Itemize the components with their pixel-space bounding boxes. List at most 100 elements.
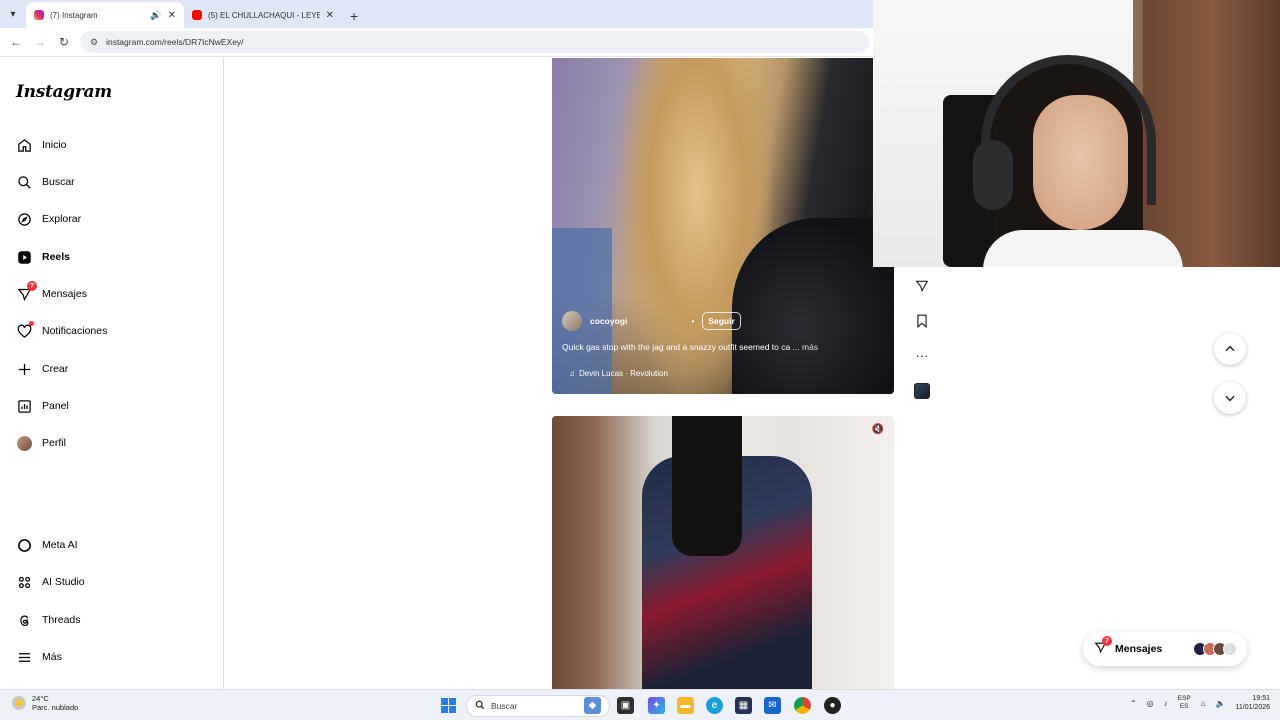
heart-icon: [16, 321, 34, 339]
reel-caption[interactable]: Quick gas stop with the jag and a snazzy…: [562, 342, 818, 352]
sidebar-item-label: Meta AI: [42, 539, 78, 551]
instagram-logo[interactable]: Instagram: [16, 82, 112, 102]
clock-date: 11/01/2026: [1235, 704, 1270, 711]
network-icon[interactable]: ⌂: [1201, 699, 1206, 708]
author-username[interactable]: cocoyogi: [590, 316, 627, 326]
weather-widget[interactable]: 24°C Parc. nublado: [12, 694, 78, 712]
language-indicator[interactable]: ESP ES: [1178, 695, 1191, 711]
sidebar-item-explorar[interactable]: Explorar: [16, 211, 81, 227]
app-icon[interactable]: ●: [824, 697, 841, 714]
file-explorer-icon[interactable]: ▬: [677, 697, 694, 714]
sidebar-item-perfil[interactable]: Perfil: [16, 435, 66, 451]
messenger-icon: 7: [16, 281, 37, 302]
music-note-icon: ♫: [569, 369, 575, 378]
wifi-icon[interactable]: ◎: [1147, 699, 1154, 708]
more-options-icon[interactable]: ···: [910, 338, 934, 373]
clock-time: 19:51: [1252, 695, 1270, 702]
search-highlight-icon[interactable]: ◆: [584, 697, 601, 714]
weather-desc: Parc. nublado: [32, 703, 79, 712]
audio-title: Devin Lucas · Revolution: [579, 369, 668, 378]
more-link[interactable]: más: [802, 342, 818, 352]
system-tray: ⌃ ◎ ♪ ESP ES ⌂ 🔈 19:51 11/01/2026: [1130, 694, 1270, 712]
sidebar-item-notificaciones[interactable]: Notificaciones: [16, 321, 107, 339]
messages-pill[interactable]: 7 Mensajes: [1083, 632, 1247, 666]
weather-icon: [12, 696, 26, 710]
sidebar-item-mensajes[interactable]: 7 Mensajes: [16, 281, 87, 302]
store-icon[interactable]: ▦: [735, 697, 752, 714]
mute-icon[interactable]: 🔇: [872, 424, 884, 435]
sidebar-item-inicio[interactable]: Inicio: [16, 137, 67, 153]
sidebar-item-label: Crear: [42, 363, 69, 375]
clock[interactable]: 19:51 11/01/2026: [1235, 694, 1270, 712]
reel-video-next[interactable]: 🔇: [552, 416, 894, 689]
share-icon[interactable]: [910, 268, 934, 303]
next-reel-button[interactable]: [1214, 382, 1246, 414]
sidebar-item-mas[interactable]: Más: [16, 649, 62, 665]
sidebar-item-meta-ai[interactable]: Meta AI: [16, 537, 78, 553]
sidebar-item-label: Más: [42, 651, 62, 663]
sidebar-item-label: Perfil: [42, 437, 66, 449]
youtube-favicon-icon: [192, 10, 202, 20]
speaker-icon[interactable]: 🔊: [150, 10, 161, 21]
close-tab-icon[interactable]: ✕: [168, 10, 176, 21]
reel-video-current[interactable]: cocoyogi • Seguir Quick gas stop with th…: [552, 58, 894, 394]
follow-button[interactable]: Seguir: [702, 312, 741, 330]
messenger-icon: 7: [1093, 636, 1112, 657]
microphone-icon[interactable]: ♪: [1164, 699, 1168, 708]
notification-badge: 7: [27, 281, 37, 291]
sidebar-item-reels[interactable]: Reels: [16, 249, 70, 265]
windows-start-icon[interactable]: [441, 698, 456, 713]
chrome-icon[interactable]: [794, 697, 811, 714]
bookmark-icon[interactable]: [910, 303, 934, 338]
conversation-avatars: [1193, 642, 1237, 656]
chevron-up-icon[interactable]: ⌃: [1130, 699, 1137, 708]
sidebar-item-buscar[interactable]: Buscar: [16, 174, 75, 190]
forward-icon[interactable]: →: [28, 35, 52, 49]
sidebar-item-threads[interactable]: Threads: [16, 612, 81, 628]
new-tab-button[interactable]: +: [342, 8, 366, 28]
volume-icon[interactable]: 🔈: [1216, 699, 1226, 708]
back-icon[interactable]: ←: [4, 35, 28, 49]
threads-icon: [16, 612, 32, 628]
sidebar-item-ai-studio[interactable]: AI Studio: [16, 574, 85, 590]
webcam-headset: [973, 140, 1013, 210]
reel-audio[interactable]: ♫ Devin Lucas · Revolution: [569, 369, 668, 378]
search-icon: [16, 174, 32, 190]
menu-icon: [16, 649, 32, 665]
site-info-icon[interactable]: ⚙: [90, 37, 98, 48]
copilot-icon[interactable]: ✦: [648, 697, 665, 714]
close-tab-icon[interactable]: ✕: [326, 10, 334, 21]
tab-instagram[interactable]: (7) Instagram 🔊 ✕: [26, 2, 184, 28]
plus-icon: [16, 361, 32, 377]
chart-icon: [16, 398, 32, 414]
separator-dot: •: [691, 316, 695, 326]
previous-reel-button[interactable]: [1214, 333, 1246, 365]
taskbar-search-placeholder: Buscar: [491, 701, 518, 711]
author-avatar[interactable]: [562, 311, 582, 331]
edge-icon[interactable]: e: [706, 697, 723, 714]
weather-temp: 24°C: [32, 694, 49, 703]
sidebar-item-label: AI Studio: [42, 576, 85, 588]
task-view-icon[interactable]: ▣: [617, 697, 634, 714]
url-field[interactable]: ⚙ instagram.com/reels/DR7IcNwEXey/: [80, 31, 869, 53]
audio-thumbnail-icon[interactable]: [910, 373, 934, 408]
url-text: instagram.com/reels/DR7IcNwEXey/: [106, 37, 244, 47]
tab-title: (5) EL CHULLACHAQUI - LEYEN: [208, 10, 320, 20]
webcam-person: [983, 230, 1183, 267]
avatar-icon: [16, 435, 32, 451]
sidebar-item-crear[interactable]: Crear: [16, 361, 68, 377]
tab-search-dropdown-icon[interactable]: ▾: [0, 0, 26, 28]
address-bar-row: ← → ↻ ⚙ instagram.com/reels/DR7IcNwEXey/: [0, 28, 873, 57]
reload-icon[interactable]: ↻: [52, 35, 76, 49]
sidebar-item-label: Mensajes: [42, 288, 87, 300]
language-code: ESP: [1177, 695, 1191, 702]
instagram-sidebar: Instagram Inicio Buscar Explorar Reels 7…: [0, 58, 224, 689]
sidebar-item-label: Inicio: [42, 139, 67, 151]
outlook-icon[interactable]: ✉: [764, 697, 781, 714]
sidebar-item-label: Panel: [42, 400, 69, 412]
webcam-overlay: [873, 0, 1280, 267]
sidebar-item-panel[interactable]: Panel: [16, 398, 69, 414]
compass-icon: [16, 211, 32, 227]
tab-youtube[interactable]: (5) EL CHULLACHAQUI - LEYEN ✕: [184, 2, 342, 28]
caption-text: Quick gas stop with the jag and a snazzy…: [562, 342, 800, 352]
